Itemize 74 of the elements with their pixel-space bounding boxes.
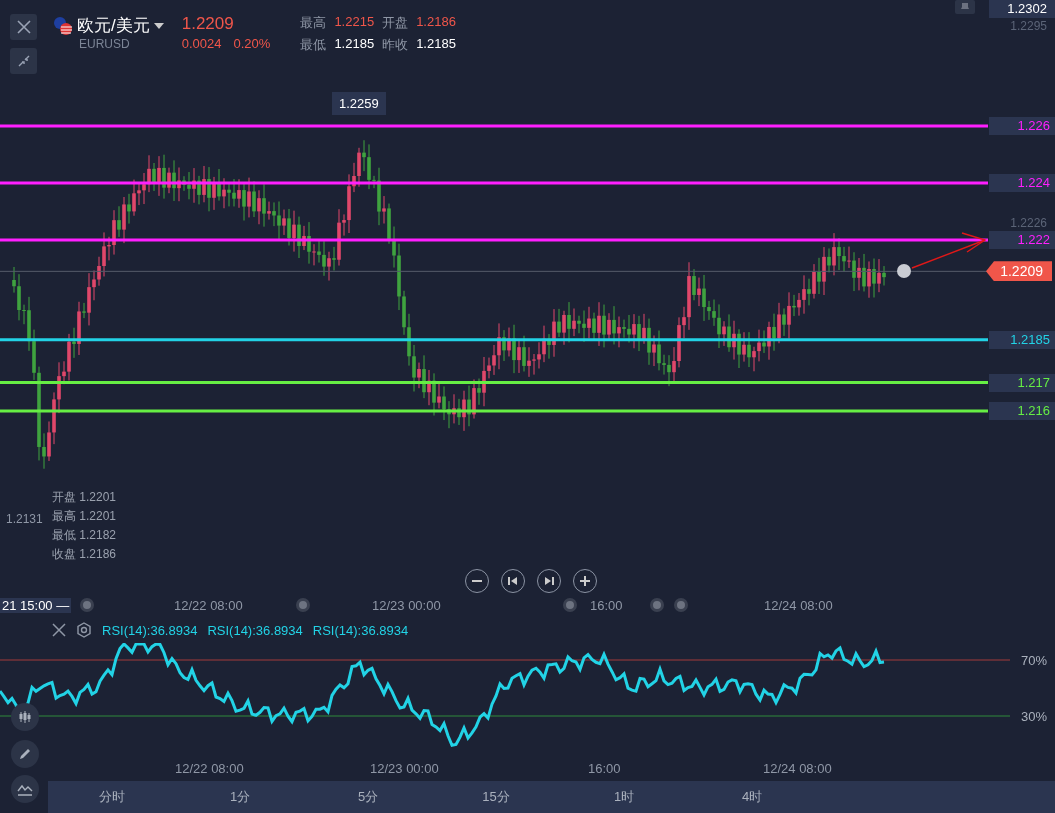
level-price-tag: 1.216 [989, 402, 1055, 420]
timeframe-tab[interactable]: 分时 [48, 784, 176, 810]
timeframe-tab[interactable]: 4时 [688, 784, 816, 810]
time-axis-label: 12/23 00:00 [371, 598, 442, 613]
settings-button[interactable] [76, 622, 92, 638]
skip-forward-icon [544, 576, 554, 586]
ohlc-row: 最高 1.2201 [52, 508, 117, 525]
indicator-button[interactable] [11, 775, 39, 803]
rsi-value: RSI(14):36.8934 [207, 622, 303, 638]
stat-value: 1.2186 [416, 14, 456, 31]
ohlc-row: 开盘 1.2201 [52, 489, 117, 506]
shrink-icon [16, 54, 31, 68]
close-button[interactable] [10, 14, 37, 40]
level-price-tag: 1.226 [989, 117, 1055, 135]
time-axis-label: 16:00 [588, 761, 621, 776]
pencil-button[interactable] [11, 740, 39, 768]
stat-value: 1.2185 [334, 36, 375, 53]
shrink-button[interactable] [10, 48, 37, 74]
event-marker-icon[interactable] [296, 598, 310, 612]
timeframe-tab[interactable]: 15分 [432, 784, 560, 810]
price-change: 0.0024 [181, 36, 222, 51]
timeframe-tab[interactable]: 5分 [304, 784, 432, 810]
time-axis-label: 12/22 08:00 [175, 761, 244, 776]
change-percent: 0.20% [233, 36, 271, 51]
rsi-level-label: 70% [1020, 653, 1047, 668]
line-chart-icon [17, 782, 33, 796]
stat-label: 昨收 [382, 36, 409, 54]
last-price: 1.2209 [181, 14, 235, 34]
stat-label: 最高 [300, 14, 327, 32]
stat-value: 1.2185 [416, 36, 456, 53]
caret-icon[interactable] [153, 22, 164, 29]
event-marker-icon[interactable] [674, 598, 688, 612]
event-marker-icon[interactable] [563, 598, 577, 612]
rsi-value: RSI(14):36.8934 [312, 622, 409, 638]
stat-value: 1.2215 [334, 14, 375, 31]
close-icon [15, 19, 32, 35]
time-axis-label: 12/22 08:00 [173, 598, 244, 613]
symbol-code: EURUSD [79, 37, 131, 51]
close-icon [52, 623, 66, 637]
level-price-tag: 1.217 [989, 373, 1055, 392]
ohlc-row: 收盘 1.2186 [52, 546, 117, 563]
price-axis-label: 1.2226 [1010, 215, 1047, 230]
event-marker-icon[interactable] [80, 598, 94, 612]
skip-back-icon [508, 576, 518, 586]
price-axis-label: 1.2302 [989, 0, 1055, 18]
time-axis-label: 21 15:00 — [0, 598, 72, 613]
time-axis-label: 12/24 08:00 [763, 761, 832, 776]
flag-icon [53, 15, 73, 36]
rsi-level-label: 30% [1020, 709, 1047, 724]
stat-label: 最低 [300, 36, 327, 54]
time-axis-label: 12/23 00:00 [370, 761, 439, 776]
symbol-name: 欧元/美元 [77, 15, 150, 37]
event-marker-icon[interactable] [650, 598, 664, 612]
high-price-tag: 1.2259 [332, 92, 386, 115]
price-axis-label: 1.2295 [1010, 19, 1047, 34]
timeframe-tab[interactable]: 1时 [560, 784, 688, 810]
level-price-tag: 1.224 [989, 174, 1055, 192]
settings-icon [76, 622, 92, 638]
candlestick-tool-button[interactable] [11, 703, 39, 731]
low-price-label: 1.2131 [6, 512, 43, 526]
level-price-tag: 1.222 [989, 231, 1055, 249]
candlestick-icon [18, 710, 32, 724]
info-icon[interactable] [897, 264, 911, 278]
rsi-value: RSI(14):36.8934 [102, 622, 198, 638]
timeframe-tab[interactable]: 1分 [176, 784, 304, 810]
ohlc-row: 最低 1.2182 [52, 527, 117, 544]
close-button[interactable] [52, 623, 66, 637]
current-price-tag: 1.2209 [986, 261, 1052, 282]
pencil-icon [18, 747, 32, 761]
level-price-tag: 1.2185 [989, 330, 1055, 349]
plus-icon [579, 575, 591, 587]
time-axis-label: 12/24 08:00 [763, 598, 834, 613]
stat-label: 开盘 [382, 14, 409, 32]
time-axis-label: 16:00 [589, 598, 624, 613]
